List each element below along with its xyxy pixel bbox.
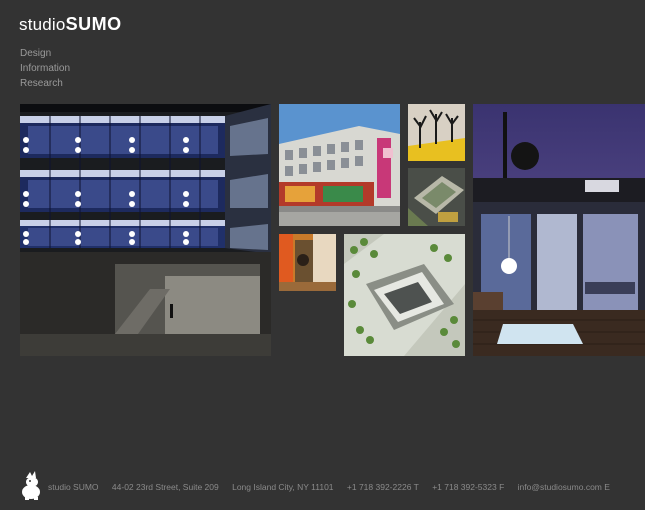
logo-text-light: studio	[19, 15, 66, 34]
footer-name: studio SUMO	[48, 482, 99, 492]
footer-city: Long Island City, NY 11101	[232, 482, 334, 492]
main-nav: Design Information Research	[20, 46, 70, 91]
project-image-facade-night[interactable]	[20, 104, 271, 356]
footer-fax: +1 718 392-5323 F	[432, 482, 505, 492]
logo-text-bold: SUMO	[65, 14, 122, 34]
project-image-interior-sculpture[interactable]	[279, 234, 336, 291]
project-image-night-house[interactable]	[473, 104, 645, 356]
footer-address: 44-02 23rd Street, Suite 209	[111, 482, 219, 492]
sumo-mascot-icon	[20, 470, 44, 500]
project-image-aerial-model[interactable]	[408, 168, 465, 226]
nav-item-research[interactable]: Research	[20, 76, 70, 91]
site-footer: studio SUMO 44-02 23rd Street, Suite 209…	[20, 470, 640, 502]
footer-email[interactable]: info@studiosumo.com E	[518, 482, 610, 492]
project-image-site-model[interactable]	[344, 234, 465, 356]
studio-sumo-logo[interactable]: studioSUMO	[19, 14, 122, 35]
project-image-apartment-building[interactable]	[279, 104, 400, 226]
nav-item-information[interactable]: Information	[20, 61, 70, 76]
project-image-sculpture[interactable]	[408, 104, 465, 161]
footer-phone: +1 718 392-2226 T	[346, 482, 419, 492]
contact-info: studio SUMO 44-02 23rd Street, Suite 209…	[48, 482, 621, 492]
nav-item-design[interactable]: Design	[20, 46, 70, 61]
